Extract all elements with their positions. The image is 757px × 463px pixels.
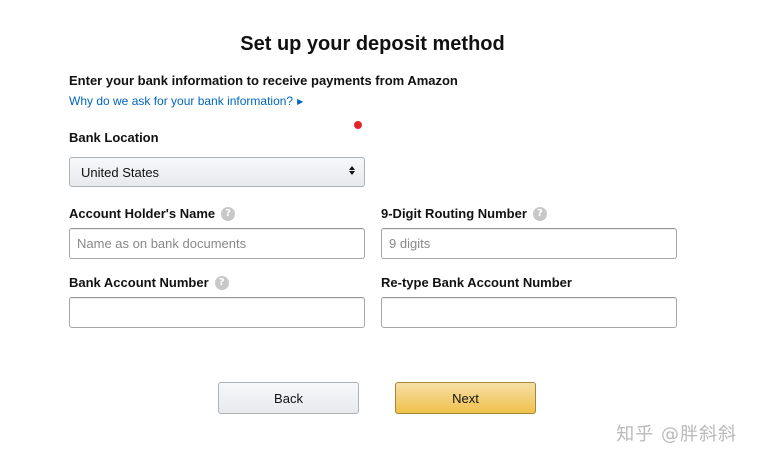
required-indicator-dot (354, 121, 362, 129)
bank-location-label: Bank Location (69, 130, 159, 145)
account-number-label-text: Bank Account Number (69, 275, 209, 290)
page-subtitle: Enter your bank information to receive p… (69, 73, 458, 88)
account-number-input[interactable] (69, 297, 365, 328)
next-button[interactable]: Next (395, 382, 536, 414)
bank-location-label-text: Bank Location (69, 130, 159, 145)
back-button[interactable]: Back (218, 382, 359, 414)
account-number-label: Bank Account Number ? (69, 275, 229, 290)
help-circle-icon[interactable]: ? (532, 206, 547, 221)
help-circle-icon[interactable]: ? (214, 275, 229, 290)
retype-account-number-label-text: Re-type Bank Account Number (381, 275, 572, 290)
retype-account-number-input[interactable] (381, 297, 677, 328)
bank-location-selected-value: United States (81, 164, 160, 180)
watermark-text: 知乎 @胖斜斜 (616, 424, 737, 445)
routing-number-label: 9-Digit Routing Number ? (381, 206, 547, 221)
account-holder-label: Account Holder's Name ? (69, 206, 236, 221)
retype-account-number-label: Re-type Bank Account Number (381, 275, 572, 290)
account-holder-input[interactable] (69, 228, 365, 259)
why-bank-info-link[interactable]: Why do we ask for your bank information?… (69, 94, 303, 108)
routing-number-label-text: 9-Digit Routing Number (381, 206, 527, 221)
bank-location-select[interactable]: United States (69, 157, 365, 187)
help-circle-icon[interactable]: ? (221, 206, 236, 221)
account-holder-label-text: Account Holder's Name (69, 206, 216, 221)
why-bank-info-link-text: Why do we ask for your bank information? (69, 94, 294, 108)
select-arrows-icon (349, 166, 355, 175)
routing-number-input[interactable] (381, 228, 677, 259)
caret-right-icon: ▶ (297, 96, 304, 106)
page-title: Set up your deposit method (240, 33, 505, 55)
